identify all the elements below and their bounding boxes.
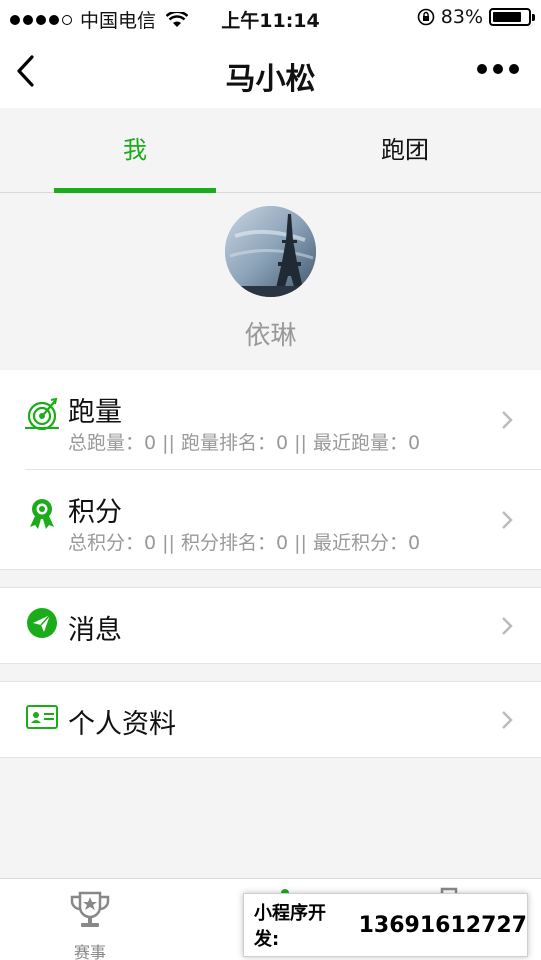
personal-info-title: 个人资料: [68, 709, 176, 740]
chevron-right-icon: [502, 617, 513, 635]
running-row[interactable]: 跑量 总跑量：0 || 跑量排名：0 || 最近跑量：0: [0, 370, 541, 469]
tab-bar: 我 跑团: [0, 108, 541, 193]
status-right: 83%: [417, 6, 535, 28]
more-options-button[interactable]: [477, 64, 519, 74]
more-dot-icon: [493, 64, 503, 74]
messages-row[interactable]: 消息: [0, 587, 541, 664]
chevron-right-icon: [502, 411, 513, 429]
chevron-right-icon: [502, 711, 513, 729]
running-stats: 总跑量：0 || 跑量排名：0 || 最近跑量：0: [68, 432, 421, 454]
stats-section: 跑量 总跑量：0 || 跑量排名：0 || 最近跑量：0 积分 总积分：0 ||…: [0, 370, 541, 570]
points-stats: 总积分：0 || 积分排名：0 || 最近积分：0: [68, 532, 421, 554]
messages-title: 消息: [68, 615, 122, 646]
tabbar-item-events[interactable]: 赛事: [0, 879, 180, 960]
battery-percent: 83%: [440, 6, 483, 28]
status-bar: 中国电信 上午11:14 83%: [0, 0, 541, 36]
tab-running-group[interactable]: 跑团: [324, 108, 486, 193]
avatar[interactable]: [225, 206, 316, 297]
battery-icon: [489, 8, 535, 26]
developer-label: 小程序开发:: [254, 903, 326, 950]
tabbar-label-events: 赛事: [73, 943, 106, 960]
page-title: 马小松: [225, 62, 316, 97]
running-target-icon: [25, 397, 59, 431]
developer-contact-badge: 小程序开发: 13691612727: [243, 893, 528, 957]
points-title: 积分: [68, 497, 122, 528]
orientation-lock-icon: [417, 8, 435, 26]
medal-icon: [30, 499, 54, 529]
message-send-icon: [27, 608, 57, 638]
trophy-icon: [70, 891, 110, 927]
personal-info-row[interactable]: 个人资料: [0, 681, 541, 758]
profile-header: 依琳: [0, 193, 541, 369]
tab-me[interactable]: 我: [54, 108, 216, 193]
user-name: 依琳: [244, 321, 297, 351]
developer-phone: 13691612727: [358, 912, 527, 938]
points-row[interactable]: 积分 总积分：0 || 积分排名：0 || 最近积分：0: [0, 470, 541, 570]
id-card-icon: [26, 705, 58, 729]
chevron-right-icon: [502, 511, 513, 529]
running-title: 跑量: [68, 397, 122, 428]
nav-bar: 马小松: [0, 36, 541, 108]
more-dot-icon: [477, 64, 487, 74]
more-dot-icon: [509, 64, 519, 74]
eiffel-tower-image: [225, 206, 316, 297]
